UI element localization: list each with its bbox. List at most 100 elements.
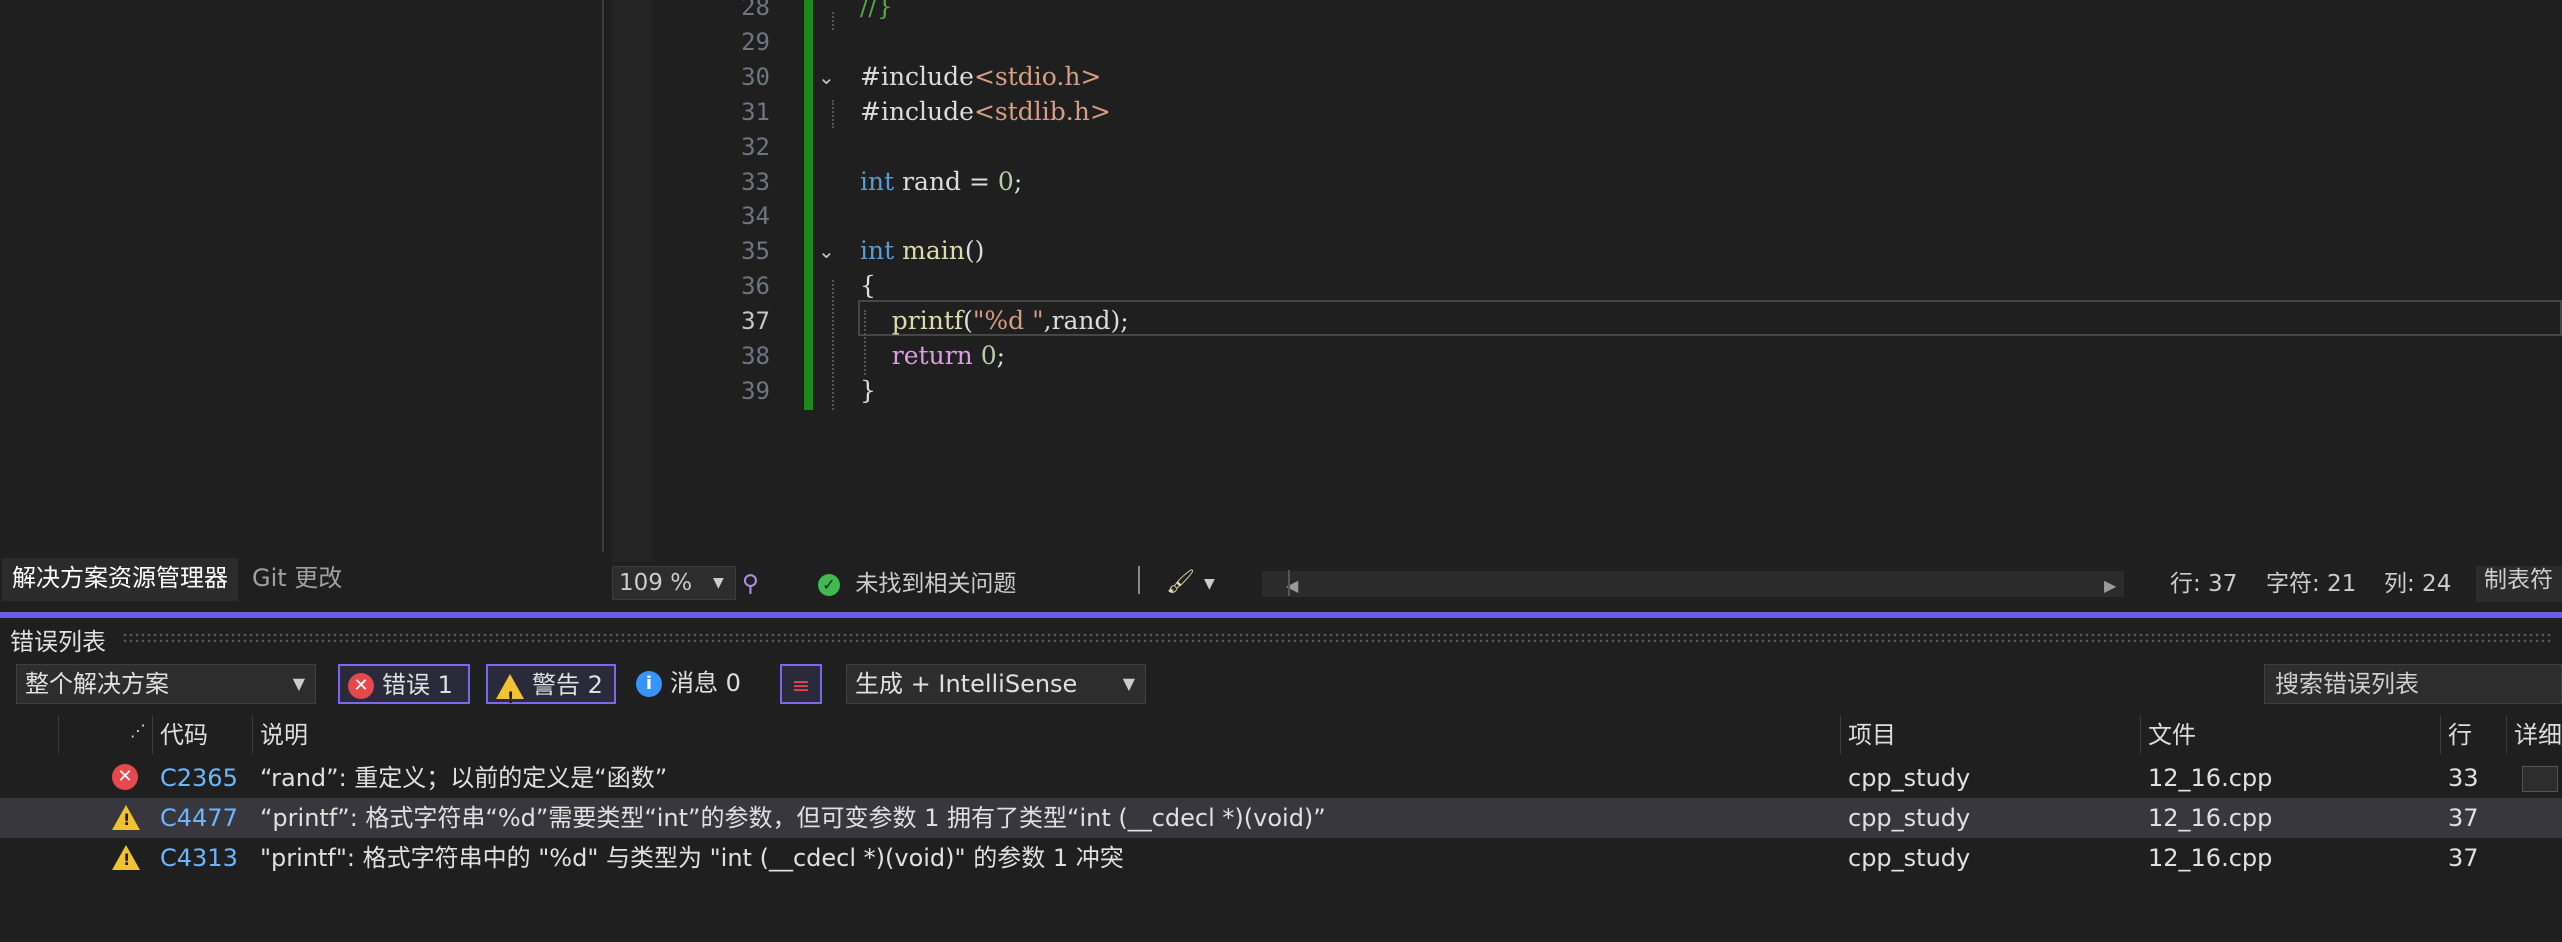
code-line[interactable]: int main() xyxy=(860,236,984,265)
zoom-dropdown[interactable]: 109 % ▼ xyxy=(612,566,736,600)
error-row[interactable]: C4477 “printf”: 格式字符串“%d”需要类型“int”的参数，但可变… xyxy=(0,798,2562,838)
issues-text: 未找到相关问题 xyxy=(855,571,1017,597)
tab-solution-explorer[interactable]: 解决方案资源管理器 xyxy=(2,558,238,601)
error-project: cpp_study xyxy=(1848,764,1971,792)
column-separator[interactable] xyxy=(2506,716,2507,754)
error-row[interactable]: ✕ C2365 “rand”: 重定义；以前的定义是“函数” cpp_study 12_… xyxy=(0,758,2562,798)
error-row[interactable]: C4313 "printf": 格式字符串中的 "%d" 与类型为 "int (_… xyxy=(0,838,2562,878)
error-file: 12_16.cpp xyxy=(2148,844,2273,872)
issues-status[interactable]: ✓ 未找到相关问题 xyxy=(818,570,1016,598)
solution-explorer-tabs: 解决方案资源管理器 Git 更改 xyxy=(0,556,602,602)
error-code-link[interactable]: C2365 xyxy=(160,758,238,798)
error-description: “rand”: 重定义；以前的定义是“函数” xyxy=(260,764,668,792)
errors-filter-label: 错误 1 xyxy=(382,671,453,699)
code-line[interactable]: } xyxy=(860,376,876,405)
code-line[interactable]: printf("%d ",rand); xyxy=(860,306,1129,335)
error-code-link[interactable]: C4313 xyxy=(160,838,238,878)
code-line[interactable]: return 0; xyxy=(860,341,1005,370)
horizontal-scrollbar[interactable] xyxy=(1262,571,2124,597)
tab-git-changes[interactable]: Git 更改 xyxy=(242,558,352,598)
line-number: 28 xyxy=(741,0,770,21)
warning-icon xyxy=(112,845,140,870)
fold-chevron-icon[interactable]: ⌄ xyxy=(818,239,835,263)
indent-guide xyxy=(864,310,866,375)
source-dropdown[interactable]: 生成 + IntelliSense ▼ xyxy=(846,664,1146,704)
error-line: 37 xyxy=(2448,844,2479,872)
error-code-link[interactable]: C4477 xyxy=(160,798,238,838)
detail-button[interactable] xyxy=(2522,766,2558,792)
line-number: 31 xyxy=(741,97,770,126)
header-description[interactable]: 说明 xyxy=(260,716,308,754)
scroll-divider xyxy=(1288,570,1290,596)
code-token: //} xyxy=(860,0,893,21)
line-number: 30 xyxy=(741,62,770,91)
code-line[interactable]: { xyxy=(860,271,876,300)
char-indicator[interactable]: 字符: 21 xyxy=(2266,570,2356,598)
sort-icon[interactable]: ⋰ xyxy=(130,712,146,750)
code-line[interactable]: //} xyxy=(860,0,893,21)
line-number: 37 xyxy=(741,307,770,336)
source-value: 生成 + IntelliSense xyxy=(855,670,1078,698)
error-description: “printf”: 格式字符串“%d”需要类型“int”的参数，但可变参数 1 … xyxy=(260,804,1326,832)
error-line: 33 xyxy=(2448,764,2479,792)
fold-chevron-icon[interactable]: ⌄ xyxy=(818,65,835,89)
code-line[interactable]: #include<stdio.h> xyxy=(860,62,1101,91)
errors-filter-button[interactable]: ✕ 错误 1 xyxy=(338,664,470,704)
intellicode-icon[interactable]: ⚲ xyxy=(742,570,759,598)
code-line[interactable]: int rand = 0; xyxy=(860,167,1022,196)
warning-icon xyxy=(496,673,524,717)
column-separator[interactable] xyxy=(252,716,253,754)
column-separator[interactable] xyxy=(152,716,153,754)
column-separator[interactable] xyxy=(1840,716,1841,754)
code-token: <stdio.h> xyxy=(973,61,1102,91)
solution-explorer-panel xyxy=(0,0,604,552)
scroll-right-icon[interactable]: ▶ xyxy=(2104,572,2116,600)
code-token: <stdlib.h> xyxy=(973,96,1111,126)
column-separator[interactable] xyxy=(58,716,59,754)
messages-filter-label: 消息 0 xyxy=(670,669,741,697)
line-number: 35 xyxy=(741,237,770,266)
fold-guide xyxy=(832,12,834,30)
code-token: #include xyxy=(860,61,974,91)
header-code[interactable]: 代码 xyxy=(160,716,208,754)
change-tracking-bar xyxy=(804,0,813,410)
tab-indicator-label: 制表符 xyxy=(2484,567,2553,593)
tab-indicator[interactable]: 制表符 xyxy=(2476,566,2562,602)
code-token: ,rand); xyxy=(1043,306,1129,336)
line-number: 33 xyxy=(741,167,770,196)
code-token: int xyxy=(860,166,895,196)
header-detail[interactable]: 详细 xyxy=(2514,716,2562,754)
panel-drag-handle[interactable] xyxy=(122,632,2552,642)
column-indicator[interactable]: 列: 24 xyxy=(2384,570,2451,598)
line-number: 38 xyxy=(741,342,770,370)
scope-dropdown[interactable]: 整个解决方案 ▼ xyxy=(16,664,316,704)
search-input[interactable]: 搜索错误列表 xyxy=(2264,664,2562,704)
header-file[interactable]: 文件 xyxy=(2148,716,2196,754)
column-separator[interactable] xyxy=(2140,716,2141,754)
filter-icon: ≡ xyxy=(791,674,811,699)
warnings-filter-button[interactable]: 警告 2 xyxy=(486,664,616,717)
brush-icon[interactable]: 🖌 xyxy=(1166,568,1195,596)
chevron-down-icon: ▼ xyxy=(292,674,305,693)
code-token: "%d " xyxy=(972,306,1044,336)
code-line[interactable]: #include<stdlib.h> xyxy=(860,97,1111,126)
check-icon: ✓ xyxy=(818,573,840,596)
code-token: ; xyxy=(1013,166,1023,196)
info-icon: i xyxy=(636,671,662,697)
chevron-down-icon[interactable]: ▼ xyxy=(1204,570,1215,598)
filter-icon-button[interactable]: ≡ xyxy=(780,664,822,704)
fold-guide xyxy=(832,100,834,128)
code-token: } xyxy=(860,375,876,405)
header-line[interactable]: 行 xyxy=(2448,716,2472,754)
column-separator[interactable] xyxy=(2440,716,2441,754)
editor-margin xyxy=(612,0,652,562)
line-number: 32 xyxy=(741,132,770,161)
header-project[interactable]: 项目 xyxy=(1848,716,1896,754)
code-token: printf xyxy=(891,306,964,336)
messages-filter-button[interactable]: i 消息 0 xyxy=(636,664,756,704)
line-indicator[interactable]: 行: 37 xyxy=(2170,570,2237,598)
error-line: 37 xyxy=(2448,804,2479,832)
error-icon: ✕ xyxy=(112,764,138,790)
